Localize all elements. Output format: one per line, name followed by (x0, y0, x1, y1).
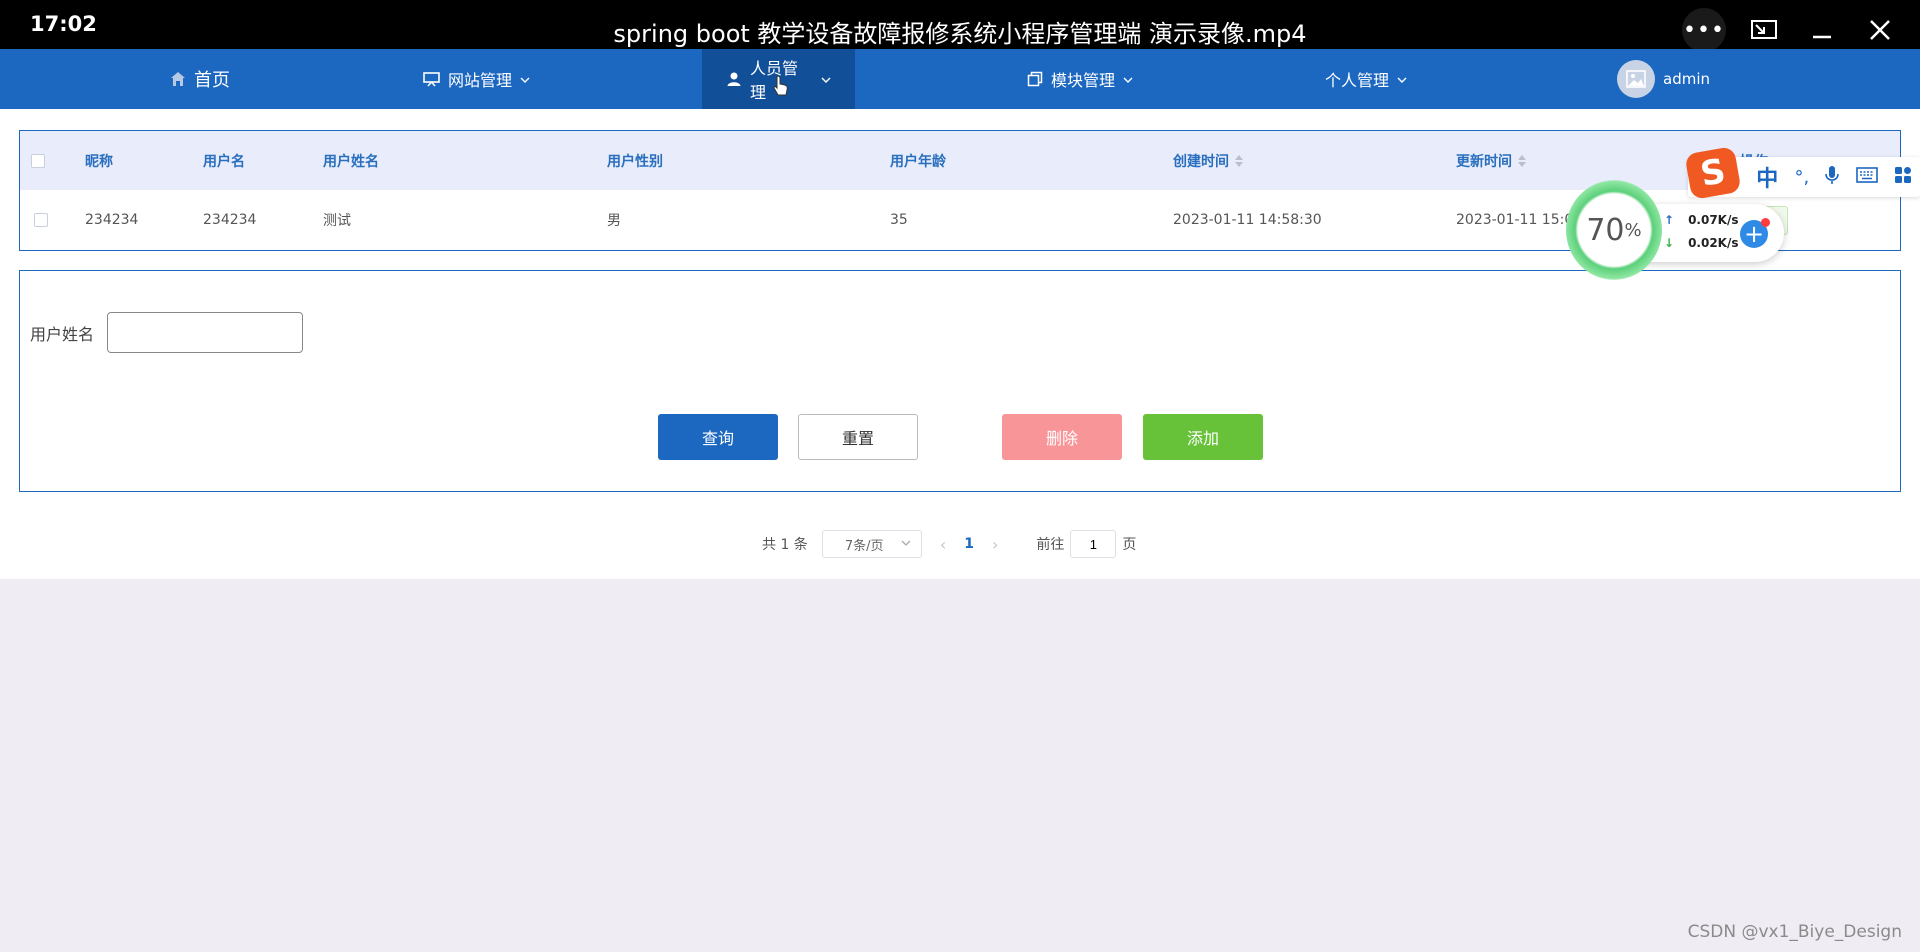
prev-page-icon[interactable]: ‹ (940, 535, 946, 554)
player-controls: ••• (1682, 8, 1900, 52)
user-icon (726, 71, 742, 87)
sort-icon[interactable] (1235, 154, 1243, 167)
nav-item-personal[interactable]: 个人管理 (1325, 49, 1407, 109)
cell-updated: 2023-01-11 15:00 (1456, 212, 1583, 228)
arrow-up-icon: ↑ (1664, 213, 1675, 227)
row-checkbox[interactable] (34, 190, 48, 250)
col-updated[interactable]: 更新时间 (1456, 131, 1526, 190)
memory-usage-value: 70 (1586, 212, 1625, 248)
microphone-icon[interactable] (1825, 165, 1840, 190)
nav-item-label: 模块管理 (1051, 71, 1116, 90)
nav-item-label: 网站管理 (448, 71, 513, 90)
cell-created: 2023-01-11 14:58:30 (1173, 212, 1322, 228)
col-nickname: 昵称 (85, 153, 113, 170)
goto-prefix: 前往 (1036, 537, 1065, 553)
goto-suffix: 页 (1122, 537, 1137, 553)
add-button[interactable]: 添加 (1143, 414, 1263, 460)
top-navigation: 首页 网站管理 人员管理 模块管理 个人管理 admin (0, 49, 1920, 109)
realname-search-input[interactable] (107, 312, 303, 353)
next-page-icon[interactable]: › (992, 535, 998, 554)
watermark: CSDN @vx1_Biye_Design (1687, 922, 1902, 942)
display-icon (423, 71, 440, 87)
search-label: 用户姓名 (30, 325, 95, 344)
delete-button[interactable]: 删除 (1002, 414, 1122, 460)
nav-item-label: 个人管理 (1325, 71, 1390, 90)
cell-realname: 测试 (323, 213, 351, 229)
cell-username: 234234 (203, 212, 257, 228)
query-button[interactable]: 查询 (658, 414, 778, 460)
screen-cast-icon[interactable] (1744, 12, 1784, 48)
pagination: 共 1 条 7条/页 ‹ 1 › 前往 页 (762, 529, 1136, 559)
select-all-checkbox[interactable] (31, 131, 45, 190)
ime-punctuation-toggle[interactable]: °, (1795, 167, 1810, 188)
pager-total: 共 1 条 (762, 537, 808, 553)
grid-menu-icon[interactable] (1894, 166, 1912, 189)
cell-age: 35 (890, 212, 908, 228)
network-speed-widget[interactable]: 70% ↑ 0.07K/s ↓ 0.02K/s + (1566, 180, 1784, 280)
player-title-bar: 17:02 spring boot 教学设备故障报修系统小程序管理端 演示录像.… (0, 0, 1920, 52)
arrow-down-icon: ↓ (1664, 236, 1675, 250)
username-label: admin (1663, 70, 1710, 88)
goto-page-input[interactable] (1070, 530, 1117, 558)
chevron-down-icon (901, 537, 911, 552)
col-created-label: 创建时间 (1173, 153, 1229, 170)
download-speed: 0.02K/s (1688, 236, 1739, 250)
nav-item-label: 首页 (194, 70, 230, 91)
user-menu[interactable]: admin (1617, 49, 1710, 109)
page-number-current[interactable]: 1 (964, 536, 974, 552)
nav-item-home[interactable]: 首页 (170, 49, 230, 109)
notification-dot (1761, 218, 1770, 227)
chevron-down-icon (520, 70, 530, 89)
col-username: 用户名 (203, 153, 245, 170)
download-speed-row: ↓ 0.02K/s (1664, 236, 1739, 250)
home-icon (170, 71, 186, 87)
col-gender: 用户性别 (607, 153, 663, 170)
reset-button[interactable]: 重置 (798, 414, 918, 460)
cell-gender: 男 (607, 213, 621, 229)
copy-icon (1027, 71, 1043, 87)
hand-cursor-icon (773, 75, 788, 96)
avatar (1617, 60, 1655, 98)
memory-usage-unit: % (1624, 219, 1642, 241)
upload-speed: 0.07K/s (1688, 213, 1739, 227)
page-size-value: 7条/页 (844, 538, 884, 554)
keyboard-icon[interactable] (1855, 166, 1878, 188)
upload-speed-row: ↑ 0.07K/s (1664, 213, 1739, 227)
player-video-title: spring boot 教学设备故障报修系统小程序管理端 演示录像.mp4 (613, 20, 1307, 48)
nav-item-modules[interactable]: 模块管理 (1027, 49, 1133, 109)
col-updated-label: 更新时间 (1456, 153, 1512, 170)
nav-item-website[interactable]: 网站管理 (423, 49, 530, 109)
chevron-down-icon (821, 70, 831, 89)
minimize-icon[interactable] (1802, 12, 1842, 48)
search-panel: 用户姓名 查询 重置 删除 添加 (19, 270, 1901, 492)
memory-usage-gauge: 70% (1566, 180, 1662, 280)
col-created[interactable]: 创建时间 (1173, 131, 1243, 190)
chevron-down-icon (1397, 70, 1407, 89)
chevron-down-icon (1123, 70, 1133, 89)
col-age: 用户年龄 (890, 153, 946, 170)
col-realname: 用户姓名 (323, 153, 379, 170)
page-size-select[interactable]: 7条/页 (821, 530, 922, 558)
close-icon[interactable] (1860, 12, 1900, 48)
cell-nickname: 234234 (85, 212, 139, 228)
sort-icon[interactable] (1518, 154, 1526, 167)
more-options-icon[interactable]: ••• (1682, 8, 1726, 52)
